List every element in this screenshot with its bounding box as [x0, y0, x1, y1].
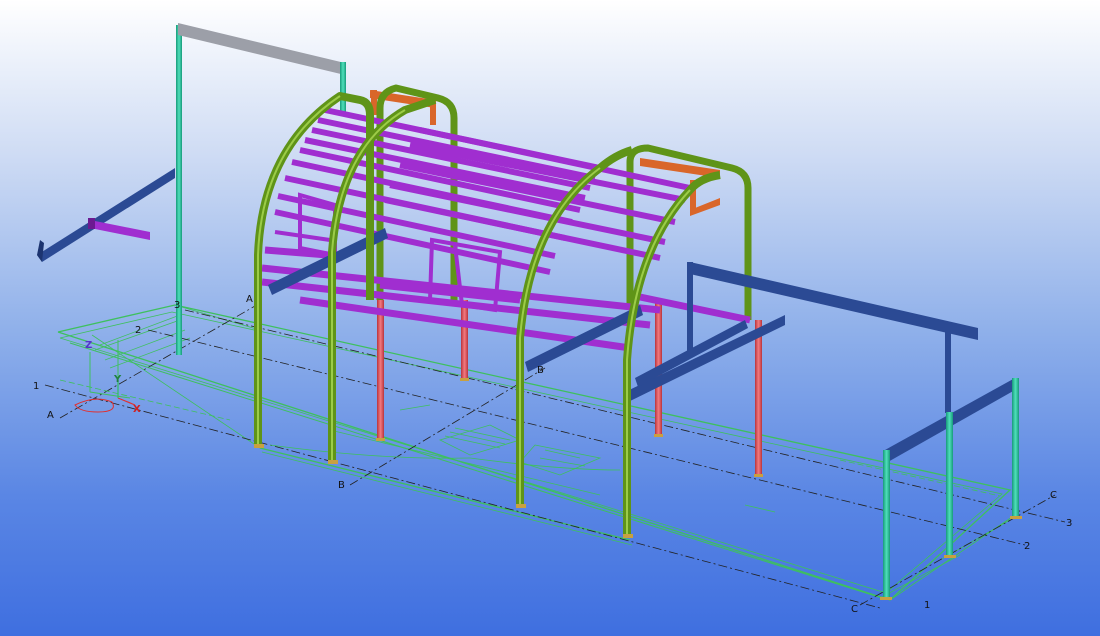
beam-gray-top[interactable] — [178, 23, 345, 75]
grid-label-a-left: A — [47, 410, 54, 421]
grid-label-2-left: 2 — [135, 325, 141, 336]
base-plates — [254, 378, 1022, 600]
grid-label-2-right: 2 — [1024, 541, 1030, 552]
grid-label-c-bottom: C — [851, 604, 858, 615]
beam-magenta-short[interactable] — [90, 220, 150, 240]
floor-detail-lines — [59, 379, 1001, 513]
grid-label-3-top: 3 — [174, 300, 180, 311]
beam-navy-left[interactable] — [37, 168, 175, 262]
model-viewport[interactable]: Z Y X A A B B C C 1 1 2 2 3 3 — [0, 0, 1100, 636]
grid-label-1-left: 1 — [33, 381, 39, 392]
axis-y-label: Y — [113, 374, 122, 385]
grid-label-b-bottom: B — [338, 480, 345, 491]
structural-model-view[interactable]: Z Y X A A B B C C 1 1 2 2 3 3 — [0, 0, 1100, 636]
grid-label-1-bottom: 1 — [924, 600, 930, 611]
foundation-outline — [57, 304, 1016, 601]
posts-red[interactable] — [377, 300, 762, 475]
grid-label-a-top: A — [246, 294, 253, 305]
axis-z-label: Z — [85, 340, 92, 351]
axis-x-label: X — [133, 404, 141, 415]
grid-label-c-right: C — [1050, 490, 1057, 501]
grid-label-b-mid: B — [537, 365, 544, 376]
grid-label-3-right: 3 — [1066, 518, 1072, 529]
